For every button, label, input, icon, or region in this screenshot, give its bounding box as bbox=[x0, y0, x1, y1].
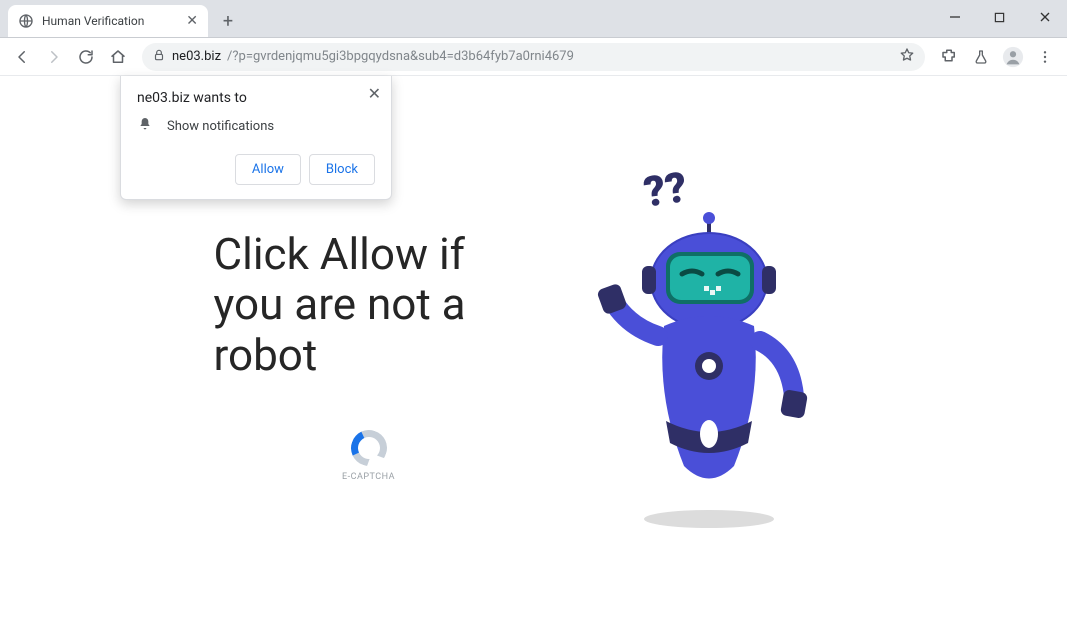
window-controls bbox=[932, 0, 1067, 34]
nav-forward-button[interactable] bbox=[40, 43, 68, 71]
lock-icon bbox=[152, 48, 166, 66]
block-button[interactable]: Block bbox=[309, 154, 375, 185]
kebab-menu-button[interactable] bbox=[1031, 43, 1059, 71]
window-maximize-button[interactable] bbox=[977, 2, 1022, 32]
bookmark-star-icon[interactable] bbox=[899, 47, 915, 67]
page-headline: Click Allow if you are not a robot bbox=[214, 229, 514, 381]
nav-back-button[interactable] bbox=[8, 43, 36, 71]
captcha-label: E-CAPTCHA bbox=[342, 472, 395, 482]
nav-reload-button[interactable] bbox=[72, 43, 100, 71]
robot-svg bbox=[554, 166, 854, 546]
profile-avatar-button[interactable] bbox=[999, 43, 1027, 71]
tab-strip: Human Verification ✕ + bbox=[0, 0, 1067, 38]
captcha-ring-icon bbox=[345, 425, 391, 471]
labs-icon[interactable] bbox=[967, 43, 995, 71]
close-tab-icon[interactable]: ✕ bbox=[186, 13, 198, 29]
extensions-button[interactable] bbox=[935, 43, 963, 71]
address-bar[interactable]: ne03.biz /?p=gvrdenjqmu5gi3bpgqydsna&sub4… bbox=[142, 43, 925, 71]
allow-button[interactable]: Allow bbox=[235, 154, 301, 185]
globe-icon bbox=[18, 13, 34, 29]
nav-home-button[interactable] bbox=[104, 43, 132, 71]
captcha-badge: E-CAPTCHA bbox=[224, 430, 514, 482]
tab-title: Human Verification bbox=[42, 14, 144, 28]
bell-icon bbox=[137, 116, 153, 136]
popup-title: ne03.biz wants to bbox=[137, 90, 375, 106]
browser-tab[interactable]: Human Verification ✕ bbox=[8, 5, 208, 37]
url-path: /?p=gvrdenjqmu5gi3bpgqydsna&sub4=d3b64fy… bbox=[227, 49, 574, 64]
url-host: ne03.biz bbox=[172, 49, 221, 64]
popup-close-icon[interactable]: ✕ bbox=[368, 84, 381, 103]
page-content: ✕ ne03.biz wants to Show notifications A… bbox=[0, 76, 1067, 635]
window-close-button[interactable] bbox=[1022, 2, 1067, 32]
new-tab-button[interactable]: + bbox=[214, 7, 242, 35]
browser-toolbar: ne03.biz /?p=gvrdenjqmu5gi3bpgqydsna&sub4… bbox=[0, 38, 1067, 76]
window-minimize-button[interactable] bbox=[932, 2, 977, 32]
robot-illustration: ?? bbox=[554, 166, 854, 546]
notification-permission-popup: ✕ ne03.biz wants to Show notifications A… bbox=[120, 76, 392, 200]
popup-permission-line: Show notifications bbox=[167, 119, 274, 134]
